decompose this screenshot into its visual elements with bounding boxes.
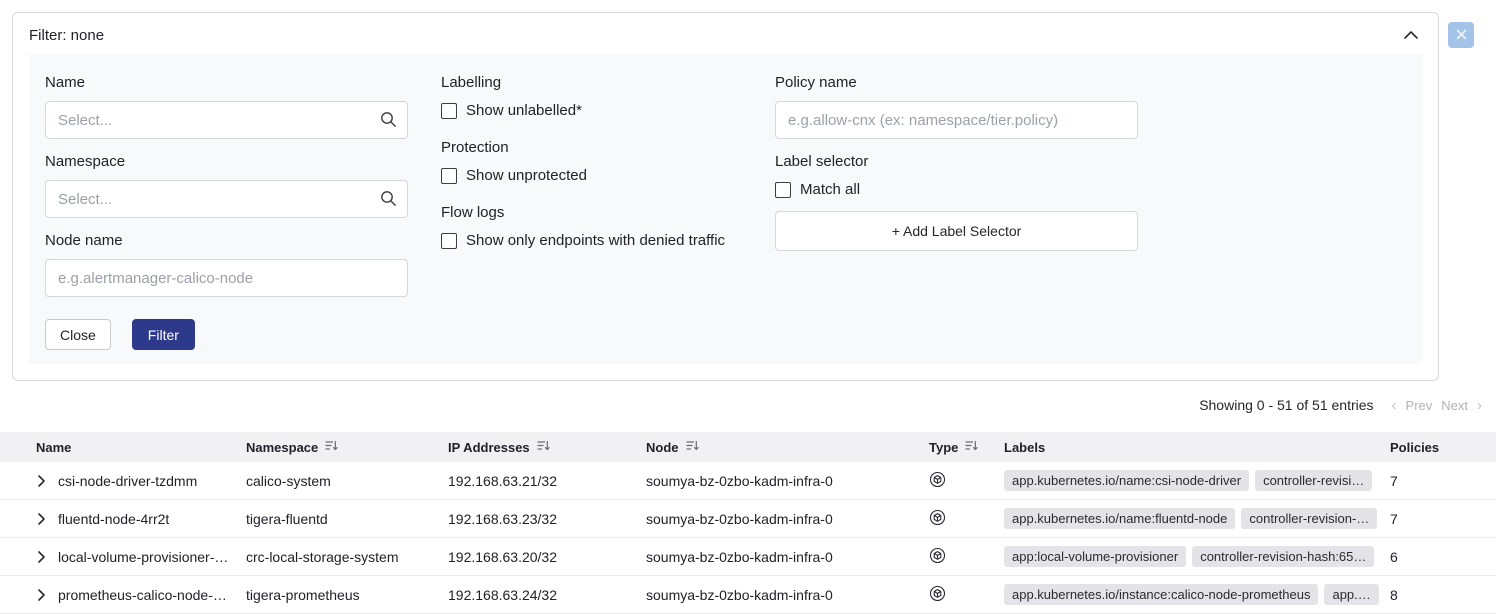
chevron-right-icon[interactable]: ›	[1477, 398, 1482, 413]
endpoint-node: soumya-bz-0zbo-kadm-infra-0	[646, 587, 929, 603]
namespace-filter-input[interactable]	[45, 180, 408, 218]
endpoint-name: fluentd-node-4rr2t	[58, 511, 169, 527]
label-badge: app.kubernetes.io/name:csi-node-driver	[1004, 470, 1249, 491]
expand-row-chevron-icon[interactable]	[36, 473, 47, 489]
column-header-ip-addresses[interactable]: IP Addresses	[448, 439, 646, 455]
label-badge: app.…	[1324, 584, 1378, 605]
filter-panel: Filter: none Name Namespace	[12, 12, 1439, 381]
endpoint-namespace: tigera-fluentd	[246, 511, 448, 527]
expand-row-chevron-icon[interactable]	[36, 549, 47, 565]
label-badge: controller-revision-hash:65…	[1192, 546, 1374, 567]
label-badge: controller-revisi…	[1255, 470, 1372, 491]
endpoint-node: soumya-bz-0zbo-kadm-infra-0	[646, 473, 929, 489]
pod-icon	[929, 471, 1004, 491]
policies-count: 7	[1390, 473, 1496, 489]
show-unprotected-label: Show unprotected	[466, 167, 587, 184]
endpoint-name: csi-node-driver-tzdmm	[58, 473, 197, 489]
endpoint-name: prometheus-calico-node-…	[58, 587, 227, 603]
table-header-row: Name Namespace IP Addresses Node Type La…	[0, 432, 1496, 462]
filter-panel-body: Name Namespace Node name	[29, 54, 1422, 364]
endpoint-name: local-volume-provisioner-…	[58, 549, 228, 565]
pod-icon	[929, 547, 1004, 567]
endpoint-node: soumya-bz-0zbo-kadm-infra-0	[646, 511, 929, 527]
show-unlabelled-option[interactable]: Show unlabelled*	[441, 102, 742, 119]
label-badge: app:local-volume-provisioner	[1004, 546, 1186, 567]
pod-icon	[929, 509, 1004, 529]
column-header-labels: Labels	[1004, 440, 1390, 455]
endpoint-ip: 192.168.63.24/32	[448, 587, 646, 603]
denied-traffic-checkbox[interactable]	[441, 233, 457, 249]
policies-count: 6	[1390, 549, 1496, 565]
filter-panel-title: Filter: none	[29, 27, 104, 44]
label-badge: controller-revision-…	[1241, 508, 1377, 529]
endpoint-ip: 192.168.63.20/32	[448, 549, 646, 565]
denied-traffic-label: Show only endpoints with denied traffic	[466, 232, 725, 249]
namespace-filter-label: Namespace	[45, 153, 408, 170]
node-name-filter-input[interactable]	[45, 259, 408, 297]
sort-icon[interactable]	[686, 439, 699, 455]
endpoint-namespace: crc-local-storage-system	[246, 549, 448, 565]
show-unlabelled-label: Show unlabelled*	[466, 102, 582, 119]
close-button[interactable]: Close	[45, 319, 111, 350]
column-header-type[interactable]: Type	[929, 439, 1004, 455]
prev-page-button[interactable]: Prev	[1406, 398, 1433, 413]
filter-button[interactable]: Filter	[132, 319, 195, 350]
column-header-name[interactable]: Name	[36, 440, 246, 455]
endpoint-ip: 192.168.63.23/32	[448, 511, 646, 527]
show-unprotected-checkbox[interactable]	[441, 168, 457, 184]
table-row[interactable]: prometheus-calico-node-… tigera-promethe…	[0, 576, 1496, 614]
dismiss-filter-button[interactable]	[1448, 22, 1474, 48]
filter-column-middle: Labelling Show unlabelled* Protection Sh…	[441, 74, 742, 269]
chevron-left-icon[interactable]: ‹	[1392, 398, 1397, 413]
table-row[interactable]: fluentd-node-4rr2t tigera-fluentd 192.16…	[0, 500, 1496, 538]
policies-count: 8	[1390, 587, 1496, 603]
denied-traffic-option[interactable]: Show only endpoints with denied traffic	[441, 232, 742, 249]
name-filter-label: Name	[45, 74, 408, 91]
column-header-node[interactable]: Node	[646, 439, 929, 455]
policies-count: 7	[1390, 511, 1496, 527]
label-badge: app.kubernetes.io/instance:calico-node-p…	[1004, 584, 1318, 605]
endpoint-namespace: calico-system	[246, 473, 448, 489]
labelling-section-label: Labelling	[441, 74, 742, 91]
match-all-label: Match all	[800, 181, 860, 198]
label-selector-section-label: Label selector	[775, 153, 1138, 170]
show-unprotected-option[interactable]: Show unprotected	[441, 167, 742, 184]
entries-summary: Showing 0 - 51 of 51 entries	[1199, 397, 1373, 413]
pagination-bar: Showing 0 - 51 of 51 entries ‹ Prev Next…	[1199, 397, 1482, 413]
sort-icon[interactable]	[325, 439, 338, 455]
close-icon	[1456, 28, 1467, 43]
column-header-namespace[interactable]: Namespace	[246, 439, 448, 455]
endpoint-node: soumya-bz-0zbo-kadm-infra-0	[646, 549, 929, 565]
match-all-checkbox[interactable]	[775, 182, 791, 198]
sort-icon[interactable]	[965, 439, 978, 455]
show-unlabelled-checkbox[interactable]	[441, 103, 457, 119]
policy-name-filter-label: Policy name	[775, 74, 1138, 91]
filter-column-right: Policy name Label selector Match all + A…	[775, 74, 1138, 251]
label-badge: app.kubernetes.io/name:fluentd-node	[1004, 508, 1235, 529]
expand-row-chevron-icon[interactable]	[36, 511, 47, 527]
filter-column-left: Name Namespace Node name	[45, 74, 408, 350]
policy-name-filter-input[interactable]	[775, 101, 1138, 139]
endpoint-namespace: tigera-prometheus	[246, 587, 448, 603]
sort-icon[interactable]	[537, 439, 550, 455]
endpoints-table: Name Namespace IP Addresses Node Type La…	[0, 432, 1496, 614]
filter-panel-header[interactable]: Filter: none	[13, 13, 1438, 54]
chevron-up-icon[interactable]	[1404, 26, 1418, 44]
next-page-button[interactable]: Next	[1441, 398, 1468, 413]
match-all-option[interactable]: Match all	[775, 181, 1138, 198]
table-row[interactable]: local-volume-provisioner-… crc-local-sto…	[0, 538, 1496, 576]
add-label-selector-button[interactable]: + Add Label Selector	[775, 211, 1138, 251]
flow-logs-section-label: Flow logs	[441, 204, 742, 221]
protection-section-label: Protection	[441, 139, 742, 156]
column-header-policies: Policies	[1390, 440, 1496, 455]
endpoint-ip: 192.168.63.21/32	[448, 473, 646, 489]
table-row[interactable]: csi-node-driver-tzdmm calico-system 192.…	[0, 462, 1496, 500]
pod-icon	[929, 585, 1004, 605]
expand-row-chevron-icon[interactable]	[36, 587, 47, 603]
name-filter-input[interactable]	[45, 101, 408, 139]
node-name-filter-label: Node name	[45, 232, 408, 249]
